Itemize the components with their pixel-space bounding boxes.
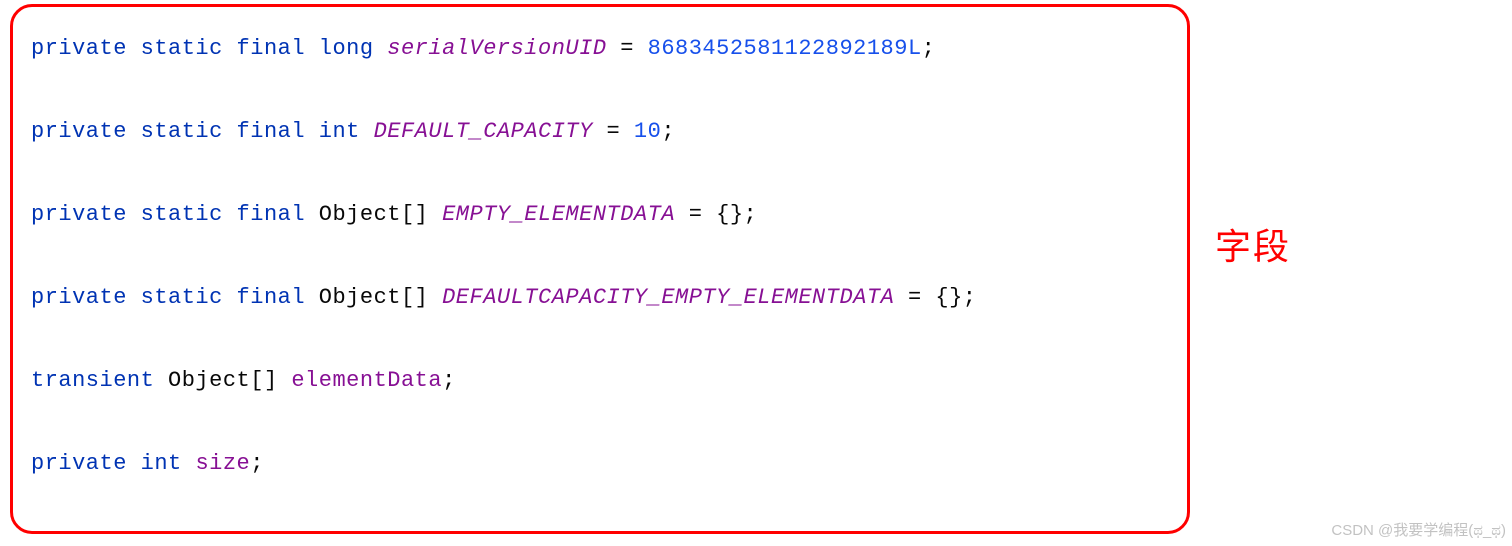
code-token: final xyxy=(237,202,306,227)
code-token: Object[] xyxy=(305,285,442,310)
code-token: final xyxy=(237,119,306,144)
code-token: private xyxy=(31,36,127,61)
code-token: ; xyxy=(250,451,264,476)
code-token: EMPTY_ELEMENTDATA xyxy=(442,202,675,227)
code-token xyxy=(223,119,237,144)
code-token xyxy=(223,285,237,310)
code-token xyxy=(305,119,319,144)
code-token: private xyxy=(31,119,127,144)
code-token: static xyxy=(141,36,223,61)
code-token: int xyxy=(319,119,360,144)
code-token: 10 xyxy=(634,119,661,144)
code-token xyxy=(374,36,388,61)
code-token: private xyxy=(31,451,127,476)
code-token: 8683452581122892189L xyxy=(648,36,922,61)
code-line-4: private static final Object[] DEFAULTCAP… xyxy=(31,276,1169,320)
code-token xyxy=(360,119,374,144)
code-token: static xyxy=(141,285,223,310)
code-token: = {}; xyxy=(675,202,757,227)
code-token: DEFAULTCAPACITY_EMPTY_ELEMENTDATA xyxy=(442,285,894,310)
code-token: = xyxy=(593,119,634,144)
code-token: = {}; xyxy=(894,285,976,310)
annotation-label: 字段 xyxy=(1215,218,1291,270)
code-token: Object[] xyxy=(305,202,442,227)
code-token xyxy=(223,36,237,61)
code-token xyxy=(127,285,141,310)
code-token xyxy=(127,202,141,227)
code-line-1: private static final long serialVersionU… xyxy=(31,27,1169,71)
code-token: Object[] xyxy=(154,368,291,393)
code-token: private xyxy=(31,202,127,227)
code-token: final xyxy=(237,285,306,310)
code-token: final xyxy=(237,36,306,61)
code-token: int xyxy=(141,451,182,476)
code-token: DEFAULT_CAPACITY xyxy=(374,119,593,144)
code-token xyxy=(223,202,237,227)
code-token: long xyxy=(319,36,374,61)
code-token: static xyxy=(141,202,223,227)
code-line-3: private static final Object[] EMPTY_ELEM… xyxy=(31,193,1169,237)
code-token xyxy=(182,451,196,476)
code-token: elementData xyxy=(291,368,442,393)
code-token: ; xyxy=(661,119,675,144)
code-block: private static final long serialVersionU… xyxy=(10,4,1190,534)
code-token: ; xyxy=(922,36,936,61)
code-token: static xyxy=(141,119,223,144)
code-token xyxy=(127,36,141,61)
code-token: transient xyxy=(31,368,154,393)
code-line-6: private int size; xyxy=(31,442,1169,486)
code-token xyxy=(305,36,319,61)
code-token xyxy=(127,451,141,476)
code-token: size xyxy=(195,451,250,476)
code-token: private xyxy=(31,285,127,310)
watermark: CSDN @我要学编程(ಥ_ಥ) xyxy=(1331,519,1506,540)
code-line-2: private static final int DEFAULT_CAPACIT… xyxy=(31,110,1169,154)
code-token: serialVersionUID xyxy=(387,36,606,61)
code-line-5: transient Object[] elementData; xyxy=(31,359,1169,403)
code-token: = xyxy=(607,36,648,61)
code-token xyxy=(127,119,141,144)
code-token: ; xyxy=(442,368,456,393)
